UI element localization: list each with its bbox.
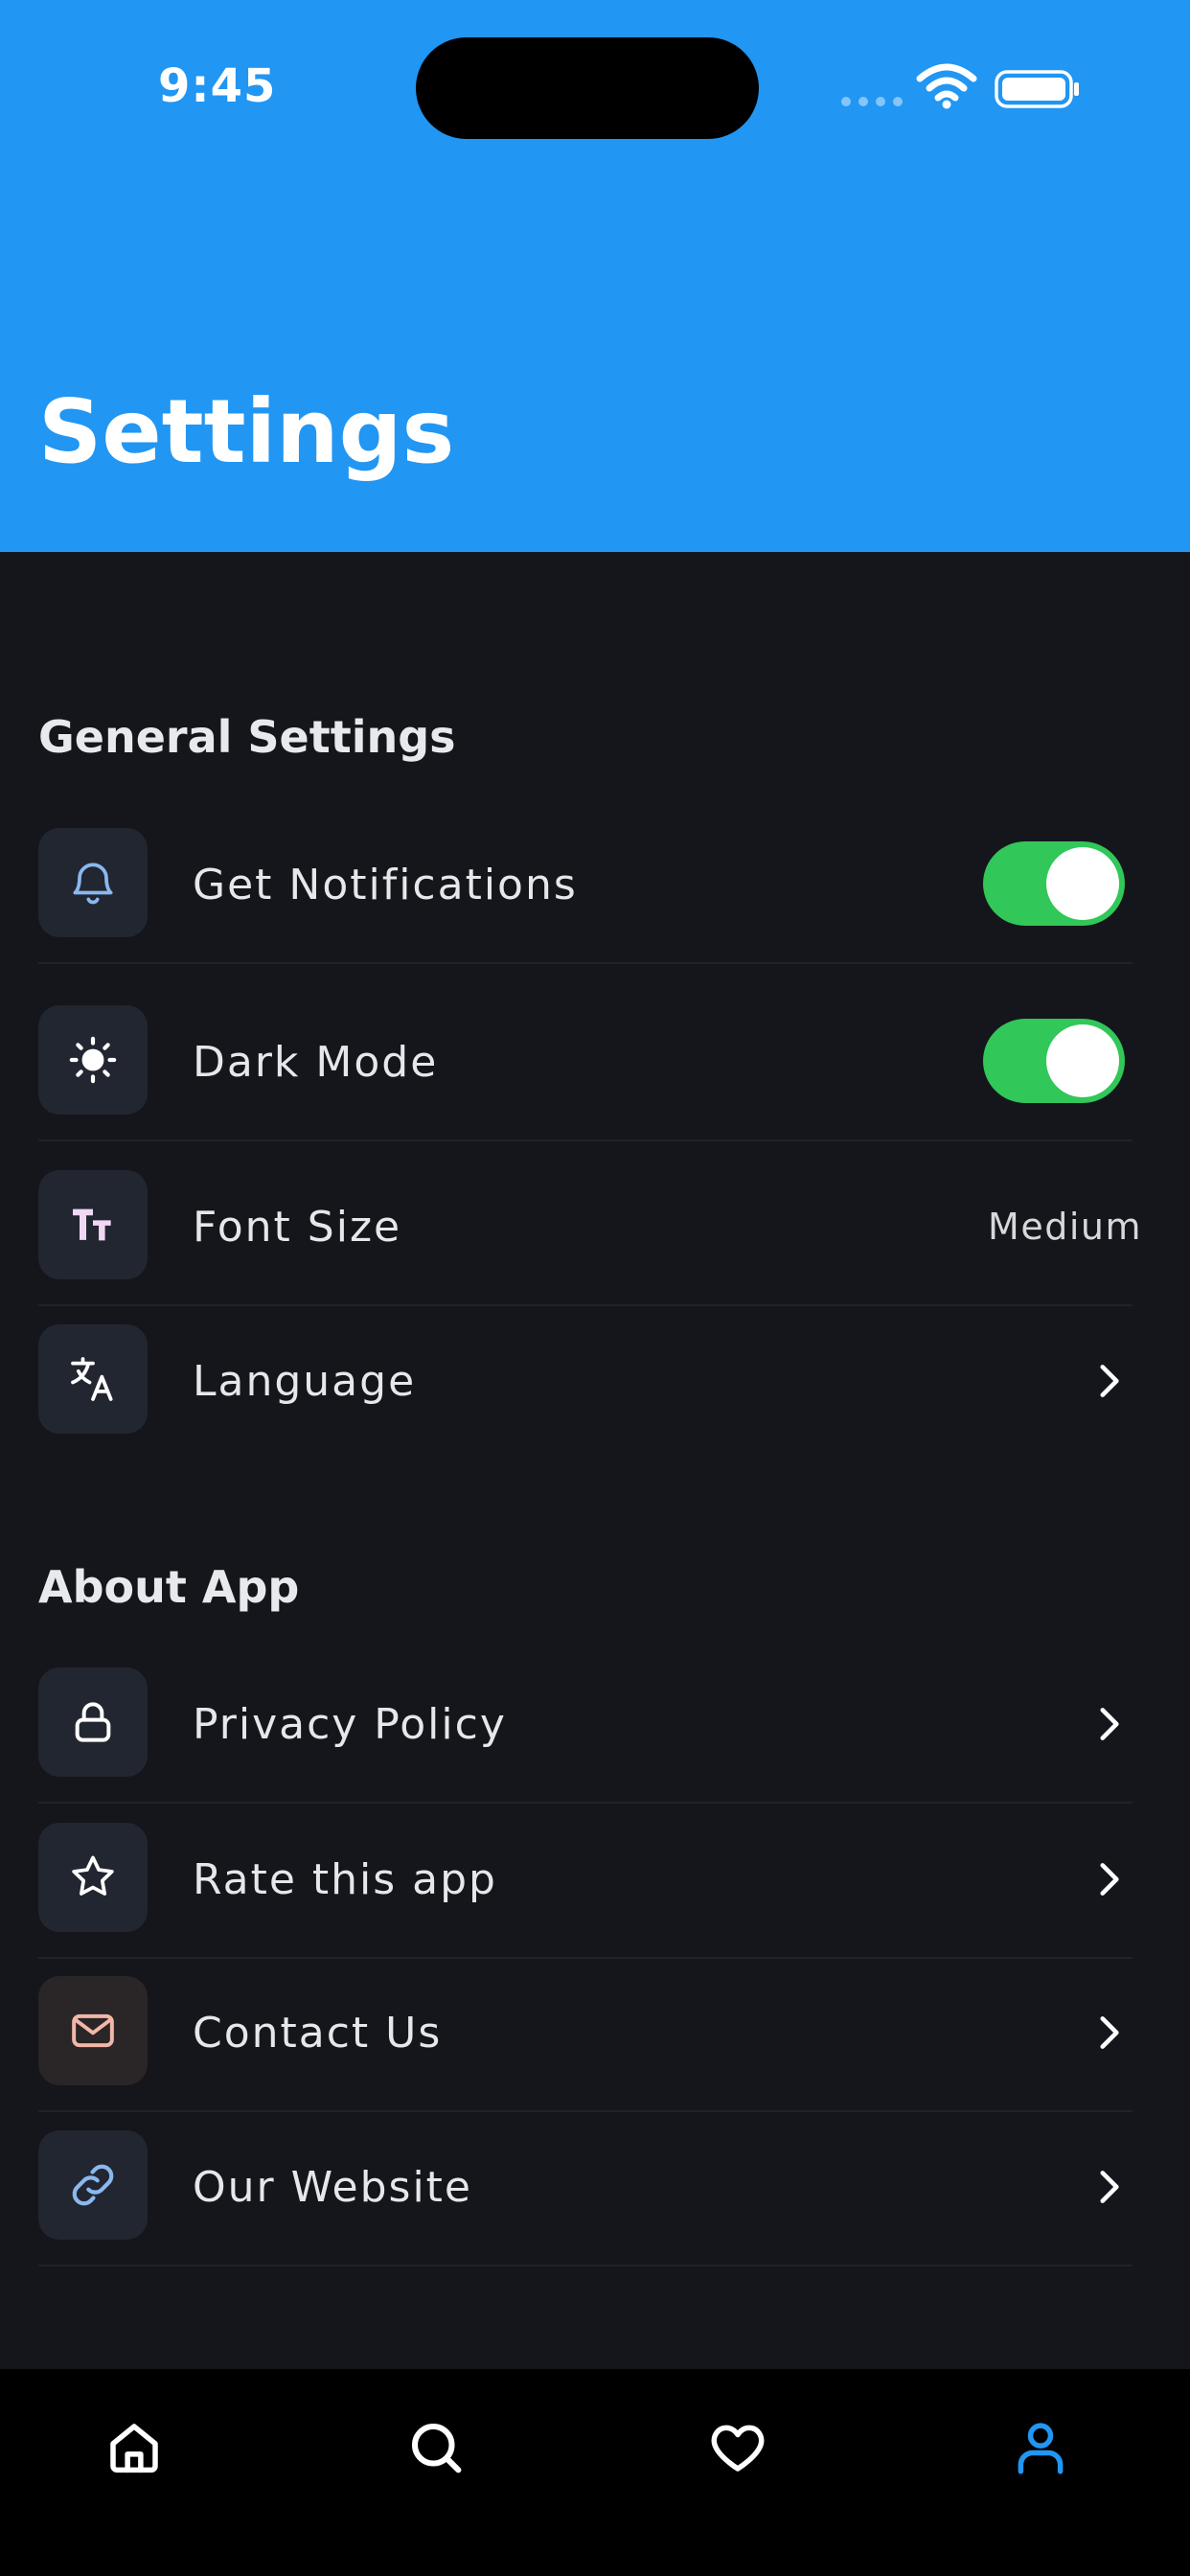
tab-home[interactable] (96, 2409, 172, 2486)
general-settings-heading: General Settings (38, 711, 456, 763)
privacy-policy-row[interactable]: Privacy Policy (38, 1646, 1133, 1804)
header-bar: 9:45 Settings (0, 0, 1190, 552)
search-icon (411, 2423, 462, 2473)
language-label: Language (193, 1356, 417, 1406)
chevron-right-icon (1100, 2171, 1119, 2203)
contact-us-row[interactable]: Contact Us (38, 1955, 1133, 2112)
chevron-right-icon (1100, 1863, 1119, 1896)
rate-app-label: Rate this app (193, 1854, 497, 1904)
text-size-icon (73, 1208, 111, 1241)
tab-search[interactable] (398, 2409, 474, 2486)
dark-mode-label: Dark Mode (193, 1037, 439, 1087)
chevron-right-icon (1100, 1365, 1119, 1397)
privacy-icon-tile (38, 1668, 148, 1777)
toggle-knob (1046, 1024, 1119, 1097)
dynamic-island (416, 37, 759, 139)
link-icon (72, 2164, 114, 2206)
notifications-icon-tile (38, 828, 148, 937)
about-app-heading: About App (38, 1561, 300, 1613)
font-size-icon-tile (38, 1170, 148, 1279)
sun-icon (69, 1036, 117, 1084)
dark-mode-row[interactable]: Dark Mode (38, 984, 1133, 1141)
star-icon (72, 1855, 114, 1896)
tab-profile[interactable] (1002, 2409, 1079, 2486)
profile-icon (1018, 2423, 1064, 2474)
privacy-policy-label: Privacy Policy (193, 1699, 507, 1749)
settings-screen: 9:45 Settings General Settings Get Notif… (0, 0, 1190, 2576)
font-size-value: Medium (988, 1206, 1142, 1248)
notifications-row[interactable]: Get Notifications (38, 807, 1133, 964)
website-icon-tile (38, 2130, 148, 2240)
bell-icon (73, 862, 113, 905)
dark-mode-icon-tile (38, 1005, 148, 1115)
contact-us-label: Contact Us (193, 2008, 443, 2058)
font-size-label: Font Size (193, 1202, 402, 1252)
notifications-label: Get Notifications (193, 860, 578, 909)
cellular-signal-icon (841, 97, 903, 106)
status-time: 9:45 (158, 59, 277, 113)
chevron-right-icon (1100, 1708, 1119, 1740)
toggle-knob (1046, 847, 1119, 920)
our-website-row[interactable]: Our Website (38, 2109, 1133, 2266)
language-row[interactable]: Language (38, 1303, 1133, 1459)
translate-icon (71, 1357, 113, 1401)
our-website-label: Our Website (193, 2162, 472, 2212)
tab-favorites[interactable] (699, 2409, 776, 2486)
contact-icon-tile (38, 1976, 148, 2085)
heart-icon (711, 2425, 765, 2472)
home-icon (110, 2424, 158, 2473)
dark-mode-toggle[interactable] (983, 1019, 1125, 1103)
page-title: Settings (38, 380, 455, 483)
bottom-tab-bar (0, 2369, 1190, 2576)
battery-icon (995, 70, 1079, 108)
font-size-row[interactable]: Font Size Medium (38, 1149, 1141, 1306)
notifications-toggle[interactable] (983, 841, 1125, 926)
rate-app-row[interactable]: Rate this app (38, 1802, 1133, 1959)
chevron-right-icon (1100, 2016, 1119, 2049)
wifi-icon (916, 63, 977, 109)
language-icon-tile (38, 1324, 148, 1434)
lock-icon (75, 1702, 111, 1742)
mail-icon (72, 2013, 114, 2048)
rate-icon-tile (38, 1823, 148, 1932)
